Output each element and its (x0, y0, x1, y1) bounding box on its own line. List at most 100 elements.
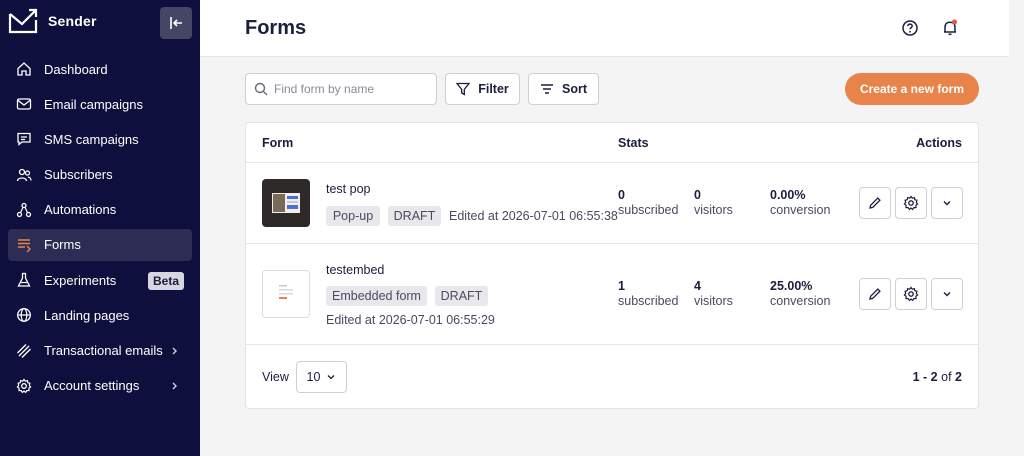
table-row[interactable]: test pop Pop-up DRAFT Edited at 2026-07-… (246, 163, 978, 243)
envelope-icon (16, 96, 32, 112)
visitors-label: visitors (694, 294, 733, 308)
form-thumbnail[interactable] (262, 270, 310, 318)
more-actions-dropdown[interactable] (931, 187, 963, 219)
scroll-gutter (1009, 0, 1024, 456)
pagination-total: 2 (955, 370, 962, 384)
search-input[interactable] (274, 82, 424, 96)
sidebar-nav: Dashboard Email campaigns SMS campaigns … (8, 53, 192, 405)
visitors-label: visitors (694, 203, 733, 217)
flask-icon (16, 272, 32, 288)
filter-label: Filter (478, 82, 509, 96)
view-label: View (262, 370, 289, 384)
form-type-tag: Embedded form (326, 286, 427, 306)
sidebar-item-label: Dashboard (44, 61, 108, 77)
chevron-down-icon (943, 292, 951, 297)
column-header-actions: Actions (916, 136, 962, 150)
page-title: Forms (245, 17, 307, 39)
search-icon (254, 82, 268, 96)
column-header-form: Form (262, 136, 294, 150)
search-field[interactable] (245, 73, 437, 105)
forms-table: Form Stats Actions test pop Pop-up DRAFT… (245, 122, 979, 409)
subscribed-label: subscribed (618, 203, 679, 217)
filter-button[interactable]: Filter (445, 73, 520, 105)
sidebar-item-label: Subscribers (44, 167, 113, 183)
edited-timestamp: Edited at 2026-07-01 06:55:38 (449, 209, 618, 223)
status-badge: DRAFT (388, 206, 441, 226)
bolt-icon (16, 343, 32, 359)
settings-button[interactable] (895, 187, 927, 219)
chevron-down-icon (943, 201, 951, 206)
sort-button[interactable]: Sort (528, 73, 599, 105)
beta-badge: Beta (147, 272, 184, 291)
visitors-count: 0 (694, 188, 701, 202)
forms-icon (16, 237, 32, 253)
visitors-count: 4 (694, 279, 701, 293)
sidebar: Sender Dashboard Email campaigns SMS cam… (0, 0, 200, 456)
more-actions-dropdown[interactable] (931, 278, 963, 310)
sender-logo-icon (8, 8, 38, 34)
form-name[interactable]: test pop (326, 182, 370, 196)
sidebar-item-transactional-emails[interactable]: Transactional emails (8, 335, 192, 367)
page-size-select[interactable]: 10 (296, 361, 347, 393)
pagination-range: 1 - 2 (912, 370, 938, 384)
pagination-summary: 1 - 2 of 2 (913, 370, 962, 384)
settings-button[interactable] (895, 278, 927, 310)
sidebar-item-subscribers[interactable]: Subscribers (8, 159, 192, 191)
help-icon (902, 20, 918, 36)
pagination-of: of (941, 370, 952, 384)
sidebar-item-label: Email campaigns (44, 96, 143, 112)
create-form-button[interactable]: Create a new form (845, 73, 979, 105)
collapse-sidebar-button[interactable] (160, 7, 192, 39)
bell-icon (944, 19, 957, 36)
brand-logo[interactable]: Sender (8, 8, 97, 34)
sidebar-item-label: Experiments (44, 272, 117, 288)
chat-icon (16, 131, 32, 147)
form-thumbnail[interactable] (262, 179, 310, 227)
edit-button[interactable] (859, 278, 891, 310)
sidebar-item-label: SMS campaigns (44, 131, 139, 147)
sidebar-item-account-settings[interactable]: Account settings (8, 370, 192, 402)
conversion-rate: 0.00% (770, 188, 806, 202)
sidebar-item-landing-pages[interactable]: Landing pages (8, 299, 192, 331)
sidebar-item-forms[interactable]: Forms (8, 228, 192, 261)
notifications-button[interactable] (940, 18, 960, 38)
table-row[interactable]: testembed Embedded form DRAFT Edited at … (246, 244, 978, 344)
sidebar-item-label: Forms (44, 237, 81, 253)
popup-preview-icon (272, 193, 300, 213)
sidebar-item-label: Transactional emails (44, 343, 163, 358)
home-icon (16, 61, 32, 77)
automation-icon (16, 202, 32, 218)
row-divider (246, 344, 978, 345)
pencil-icon (869, 288, 881, 300)
conversion-label: conversion (770, 203, 831, 217)
conversion-label: conversion (770, 294, 831, 308)
pencil-icon (869, 197, 881, 209)
sort-label: Sort (562, 82, 587, 96)
chevron-down-icon (327, 375, 335, 380)
form-type-tag: Pop-up (326, 206, 380, 226)
chevron-right-icon (172, 347, 177, 354)
sidebar-item-automations[interactable]: Automations (8, 194, 192, 226)
help-button[interactable] (900, 18, 920, 38)
gear-icon (903, 195, 919, 211)
form-name[interactable]: testembed (326, 263, 384, 277)
collapse-left-icon (170, 17, 182, 29)
sidebar-item-label: Automations (44, 202, 117, 218)
filter-icon (456, 82, 471, 96)
edit-button[interactable] (859, 187, 891, 219)
users-icon (16, 167, 32, 183)
edited-timestamp: Edited at 2026-07-01 06:55:29 (326, 313, 495, 327)
globe-icon (16, 307, 32, 323)
sidebar-item-experiments[interactable]: Experiments Beta (8, 264, 192, 296)
status-badge: DRAFT (435, 286, 488, 306)
subscribed-count: 1 (618, 279, 625, 293)
column-header-stats: Stats (618, 136, 649, 150)
sidebar-item-sms-campaigns[interactable]: SMS campaigns (8, 123, 192, 155)
gear-icon (903, 286, 919, 302)
chevron-right-icon (172, 382, 177, 390)
sidebar-item-email-campaigns[interactable]: Email campaigns (8, 88, 192, 120)
sort-icon (541, 84, 553, 94)
subscribed-count: 0 (618, 188, 625, 202)
sidebar-item-dashboard[interactable]: Dashboard (8, 53, 192, 85)
sidebar-item-label: Account settings (44, 378, 140, 394)
